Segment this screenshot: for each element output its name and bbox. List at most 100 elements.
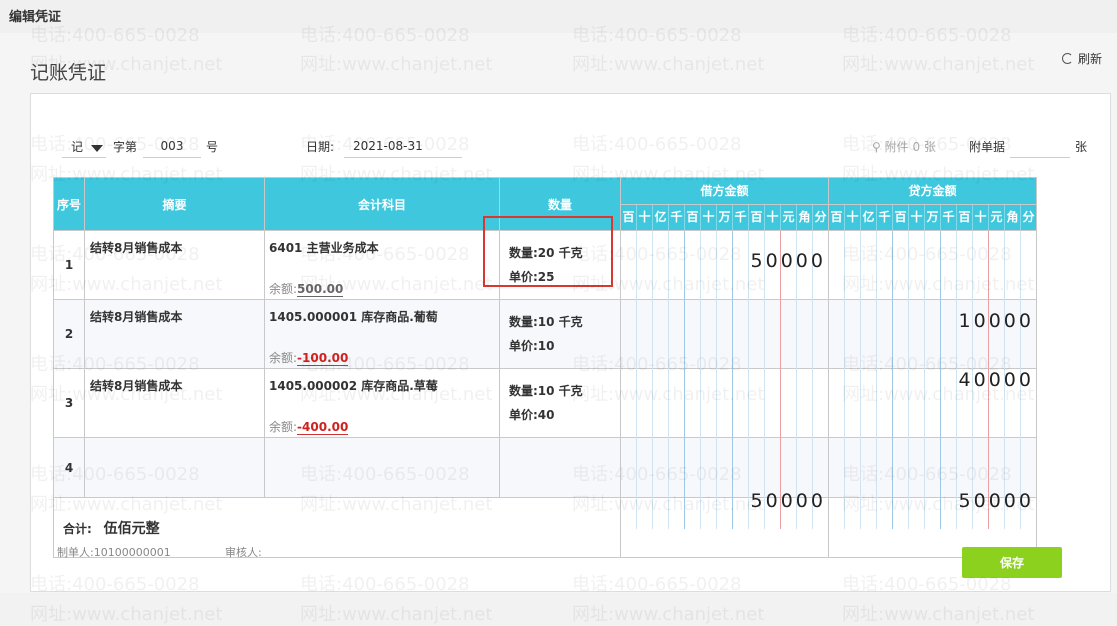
digit-header: 千 — [877, 205, 893, 230]
row1-debit[interactable]: 50000 — [620, 250, 828, 272]
digit-header: 千 — [669, 205, 685, 230]
title-bar: 编辑凭证 — [0, 0, 1117, 33]
digit-header: 十 — [973, 205, 989, 230]
digit-header: 元 — [989, 205, 1005, 230]
preparer: 制单人:10100000001 — [57, 546, 171, 559]
credit-digit-row: 百十亿千百十万千百十元角分 — [829, 205, 1036, 230]
digit-header: 百 — [685, 205, 701, 230]
col-debit-header: 借方金额 百十亿千百十万千百十元角分 — [620, 177, 829, 231]
word-label: 字第 — [113, 140, 138, 154]
refresh-button[interactable]: 刷新 — [1062, 50, 1102, 67]
digit-divider — [716, 231, 717, 529]
total-words: 伍佰元整 — [103, 520, 160, 537]
account-name: 1405.000002 库存商品.草莓 — [269, 379, 438, 393]
balance-line: 余额:-400.00 — [269, 418, 349, 435]
table-row: 4 — [53, 437, 1037, 498]
digit-divider — [732, 231, 733, 529]
row-summary[interactable]: 结转8月销售成本 — [84, 230, 265, 300]
balance-value: -100.00 — [297, 351, 349, 366]
page-title: 记账凭证 — [30, 62, 107, 84]
digit-header: 十 — [765, 205, 781, 230]
row-index: 1 — [53, 230, 85, 300]
highlight-box — [483, 216, 613, 287]
digit-divider — [636, 231, 637, 529]
price-line: 单价:40 — [509, 408, 555, 422]
digit-header: 万 — [925, 205, 941, 230]
digit-header: 角 — [1005, 205, 1021, 230]
row2-credit[interactable]: 10000 — [828, 310, 1036, 332]
price-line: 单价:10 — [509, 339, 555, 353]
digit-header: 元 — [781, 205, 797, 230]
number-suffix: 号 — [206, 140, 219, 154]
attachment-link[interactable]: ⚲ 附件 0 张 — [872, 138, 936, 155]
digit-header: 十 — [845, 205, 861, 230]
digit-header: 分 — [1022, 210, 1035, 224]
digit-header: 千 — [733, 205, 749, 230]
digit-divider — [684, 231, 685, 529]
digit-header: 十 — [637, 205, 653, 230]
digit-divider — [700, 231, 701, 529]
digit-header: 百 — [893, 205, 909, 230]
digit-divider — [796, 231, 797, 529]
voucher-type-value: 记 — [71, 140, 84, 154]
row-summary[interactable]: 结转8月销售成本 — [84, 299, 265, 369]
save-button[interactable]: 保存 — [962, 547, 1062, 578]
account-name: 6401 主营业务成本 — [269, 241, 379, 255]
chevron-down-icon — [91, 142, 103, 156]
digit-divider — [812, 231, 813, 529]
qty-line: 数量:10 千克 — [509, 315, 583, 329]
col-account-header: 会计科目 — [264, 177, 500, 231]
attach-docs-label: 附单据 — [969, 140, 1006, 154]
watermark-site: 网址:www.chanjet.net — [30, 604, 223, 625]
row3-credit[interactable]: 40000 — [828, 369, 1036, 391]
col-credit-header: 贷方金额 百十亿千百十万千百十元角分 — [828, 177, 1037, 231]
attach-docs-input[interactable] — [1010, 134, 1070, 158]
account-name: 1405.000001 库存商品.葡萄 — [269, 310, 438, 324]
row-account[interactable]: 1405.000001 库存商品.葡萄 余额:-100.00 — [264, 299, 500, 369]
digit-header: 百 — [957, 205, 973, 230]
row-account[interactable]: 1405.000002 库存商品.草莓 余额:-400.00 — [264, 368, 500, 438]
digit-divider — [780, 231, 781, 529]
row-account[interactable]: 6401 主营业务成本 余额:500.00 — [264, 230, 500, 300]
voucher-number-input[interactable]: 003 — [143, 134, 201, 158]
balance-line: 余额:500.00 — [269, 280, 344, 297]
row-index: 4 — [53, 437, 85, 498]
digit-header: 分 — [814, 210, 827, 224]
date-input[interactable]: 2021-08-31 — [344, 134, 462, 158]
row-index: 2 — [53, 299, 85, 369]
total-label: 合计: — [63, 521, 92, 536]
balance-label: 余额: — [269, 420, 298, 434]
digit-header: 万 — [717, 205, 733, 230]
digit-header: 十 — [909, 205, 925, 230]
row-summary[interactable]: 结转8月销售成本 — [84, 368, 265, 438]
attachment-label: 附件 0 张 — [884, 140, 936, 154]
digit-divider — [764, 231, 765, 529]
refresh-icon — [1062, 53, 1073, 64]
digit-header: 百 — [749, 205, 765, 230]
row-qty[interactable]: 数量:10 千克 单价:10 — [499, 299, 621, 369]
row-account[interactable] — [264, 437, 500, 498]
digit-header: 十 — [701, 205, 717, 230]
row-qty[interactable] — [499, 437, 621, 498]
balance-value: 500.00 — [297, 282, 344, 297]
balance-line: 余额:-100.00 — [269, 349, 349, 366]
row-index: 3 — [53, 368, 85, 438]
digit-header: 亿 — [861, 205, 877, 230]
digit-divider — [748, 231, 749, 529]
window-title: 编辑凭证 — [9, 10, 62, 25]
row-qty[interactable]: 数量:10 千克 单价:40 — [499, 368, 621, 438]
balance-value: -400.00 — [297, 420, 349, 435]
qty-line: 数量:10 千克 — [509, 384, 583, 398]
row-summary[interactable] — [84, 437, 265, 498]
voucher-type-select[interactable]: 记 — [62, 134, 106, 158]
refresh-label: 刷新 — [1078, 52, 1103, 66]
watermark-site: 网址:www.chanjet.net — [842, 604, 1035, 625]
watermark-site: 网址:www.chanjet.net — [572, 604, 765, 625]
sheets-suffix: 张 — [1075, 140, 1088, 154]
balance-label: 余额: — [269, 282, 298, 296]
digit-header: 亿 — [653, 205, 669, 230]
digit-header: 百 — [829, 205, 845, 230]
date-label: 日期: — [306, 140, 335, 154]
debit-title: 借方金额 — [621, 178, 828, 205]
reviewer: 审核人: — [225, 546, 262, 559]
